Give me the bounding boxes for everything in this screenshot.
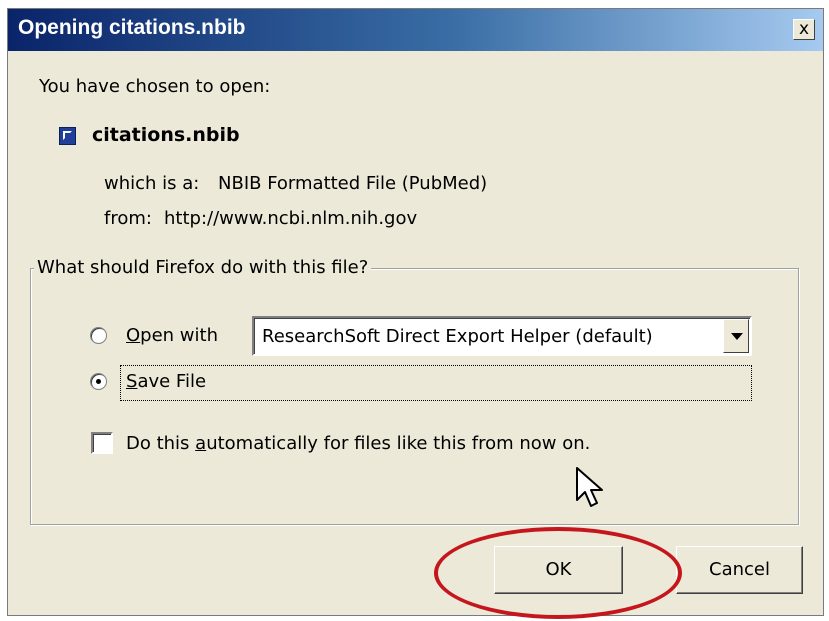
dropdown-arrow-icon[interactable] (723, 319, 749, 353)
save-file-focus-rect (120, 365, 752, 401)
open-with-mnemonic: O (126, 325, 141, 346)
file-type-value: NBIB Formatted File (PubMed) (218, 173, 488, 194)
open-with-app-select[interactable]: ResearchSoft Direct Export Helper (defau… (252, 316, 752, 356)
ok-highlight-ring (434, 527, 682, 619)
auto-action-label-post: utomatically for files like this from no… (206, 433, 591, 454)
save-file-mnemonic: S (126, 371, 138, 392)
file-type-label: which is a: (104, 173, 200, 194)
close-button[interactable]: x (793, 19, 815, 40)
title-bar: Opening citations.nbib x (8, 9, 823, 51)
cancel-button[interactable]: Cancel (676, 546, 803, 594)
action-group-legend: What should Firefox do with this file? (34, 257, 372, 278)
open-with-label[interactable]: Open with (126, 325, 218, 346)
open-with-app-value: ResearchSoft Direct Export Helper (defau… (262, 326, 653, 347)
mouse-cursor-icon (576, 467, 603, 507)
file-source-label: from: (104, 208, 152, 229)
auto-action-mnemonic: a (195, 433, 207, 454)
save-file-label[interactable]: Save File (126, 371, 206, 392)
save-file-radio[interactable] (90, 373, 107, 390)
open-with-label-rest: pen with (140, 325, 218, 346)
auto-action-label-pre: Do this (126, 433, 196, 454)
auto-action-label[interactable]: Do this automatically for files like thi… (126, 433, 590, 454)
file-source-value: http://www.ncbi.nlm.nih.gov (164, 208, 418, 229)
window-title: Opening citations.nbib (18, 16, 246, 39)
nbib-file-icon (59, 127, 76, 145)
save-file-label-rest: ave File (137, 371, 207, 392)
open-with-radio[interactable] (90, 327, 107, 344)
intro-text: You have chosen to open: (39, 76, 271, 97)
auto-action-checkbox[interactable] (91, 432, 113, 454)
file-name: citations.nbib (92, 124, 240, 146)
